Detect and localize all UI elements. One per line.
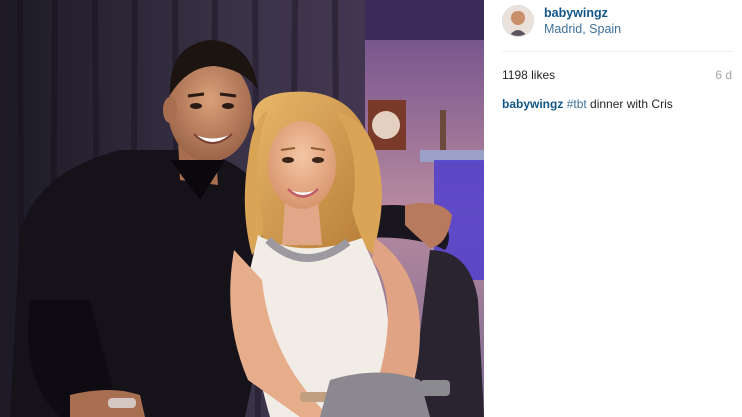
divider <box>502 51 734 52</box>
username-link[interactable]: babywingz <box>544 5 621 21</box>
caption-text: dinner with Cris <box>586 97 673 111</box>
post-photo[interactable] <box>0 0 484 417</box>
avatar-image <box>503 6 533 36</box>
caption-username-link[interactable]: babywingz <box>502 97 563 111</box>
post-author: babywingz Madrid, Spain <box>544 5 621 37</box>
location-link[interactable]: Madrid, Spain <box>544 21 621 37</box>
instagram-post: babywingz Madrid, Spain 1198 likes 6 d b… <box>0 0 742 417</box>
post-side-panel: babywingz Madrid, Spain 1198 likes 6 d b… <box>484 0 742 417</box>
hashtag-link[interactable]: #tbt <box>567 97 587 111</box>
post-photo-image <box>0 0 484 417</box>
post-header: babywingz Madrid, Spain <box>502 4 621 38</box>
avatar[interactable] <box>502 5 534 37</box>
caption: babywingz #tbt dinner with Cris <box>502 97 673 111</box>
likes-count[interactable]: 1198 likes <box>502 68 555 82</box>
post-age[interactable]: 6 d <box>715 68 732 82</box>
